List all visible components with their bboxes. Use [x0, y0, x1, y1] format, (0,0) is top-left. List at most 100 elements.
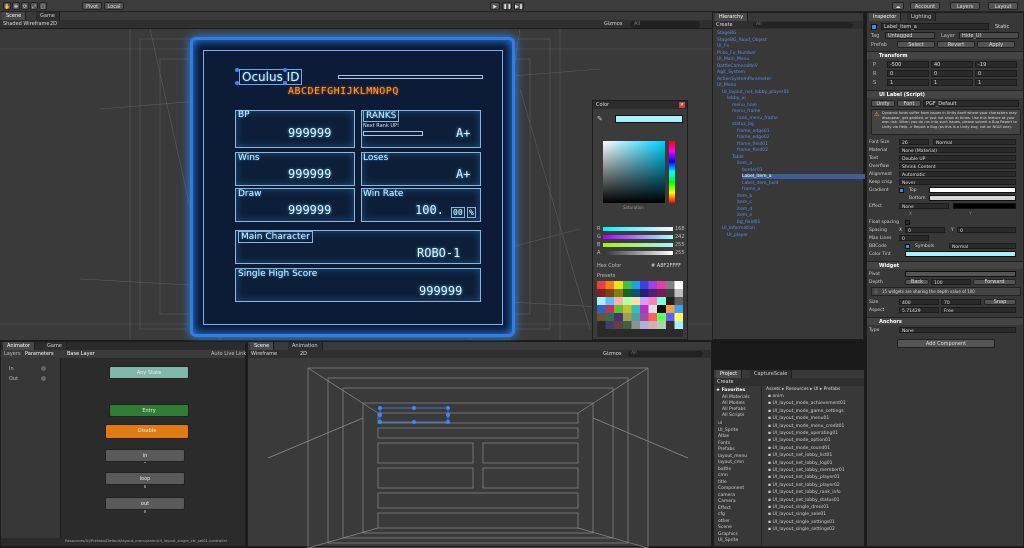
effect-dropdown[interactable]: None — [899, 203, 949, 210]
position-y-field[interactable]: 40 — [931, 61, 973, 68]
object-active-checkbox[interactable] — [871, 24, 877, 30]
favorite-item[interactable]: All Prefabs — [722, 407, 746, 412]
project-file[interactable]: ▪ UI_layout_net_lobby_log01 — [768, 461, 833, 466]
project-file[interactable]: ▪ UI_layout_single_settings02 — [768, 527, 835, 532]
gradient-checkbox[interactable] — [899, 188, 904, 193]
project-folder[interactable]: Component — [718, 486, 744, 491]
project-file[interactable]: ▪ UI_layout_mode_achievement01 — [768, 401, 846, 406]
tab-scene[interactable]: Scene — [2, 12, 27, 20]
hierarchy-item[interactable]: UI_Main_Menu — [717, 57, 749, 62]
project-folder[interactable]: battle — [718, 467, 731, 472]
tab-animator[interactable]: Animator — [3, 342, 35, 350]
gradient-bottom-color[interactable] — [929, 195, 1016, 201]
font-dropdown[interactable]: PGF_Default — [923, 100, 1019, 107]
tab-project[interactable]: Project — [716, 370, 743, 378]
font-style-dropdown[interactable]: Normal — [933, 139, 1016, 146]
project-file[interactable]: ▪ UI_layout_mode_sound01 — [768, 446, 830, 451]
material-field[interactable]: None (Material) — [899, 147, 1016, 154]
project-folder[interactable]: Fonts — [718, 441, 730, 446]
project-folder[interactable]: UI_Sprite — [718, 428, 738, 433]
object-name-field[interactable]: Label_item_a — [881, 23, 989, 30]
close-icon[interactable]: × — [679, 102, 685, 108]
loop-state-node[interactable]: loop — [105, 472, 185, 485]
favorites-label[interactable]: ★ Favorites — [716, 388, 745, 393]
hand-tool-button[interactable]: ✋ — [3, 2, 11, 10]
project-folder[interactable]: layout_menu — [718, 454, 747, 459]
anchors-header[interactable]: Anchors — [867, 317, 1023, 325]
transform-header[interactable]: Transform — [867, 51, 1023, 59]
disable-state-node[interactable]: Disable — [105, 424, 189, 439]
layout-dropdown[interactable]: Layout — [988, 2, 1018, 10]
scale-z-field[interactable]: 1 — [975, 79, 1017, 86]
hierarchy-item[interactable]: bg_field01 — [737, 220, 760, 225]
saturation-value-box[interactable] — [603, 141, 665, 203]
component-tab-unity[interactable]: Unity — [871, 100, 895, 107]
param-in-toggle[interactable] — [41, 366, 46, 371]
account-dropdown[interactable]: Account — [910, 2, 940, 10]
static-toggle[interactable]: Static — [995, 24, 1009, 30]
symbols-dropdown[interactable]: Normal — [949, 243, 1016, 250]
local-button[interactable]: Local — [104, 2, 124, 10]
in-state-node[interactable]: in — [105, 449, 185, 462]
out-state-node[interactable]: out — [105, 497, 185, 510]
gizmos-2-dropdown[interactable]: Gizmos — [603, 351, 621, 357]
aspect-field[interactable]: 5.71429 — [899, 307, 939, 314]
hierarchy-item[interactable]: item_b — [737, 194, 752, 199]
project-file[interactable]: ▪ UI_layout_mode_menu_credit01 — [768, 424, 844, 429]
hierarchy-item[interactable]: Prize_Fx_Number — [717, 51, 756, 56]
hierarchy-item[interactable]: status_bg — [732, 122, 754, 127]
shading-mode-dropdown[interactable]: Shaded Wireframe — [3, 21, 50, 27]
hierarchy-item[interactable]: frame_field02 — [737, 148, 768, 153]
prefab-revert-button[interactable]: Revert — [937, 41, 975, 48]
pivot-buttons[interactable] — [905, 271, 1016, 277]
project-file[interactable]: ▪ UI_layout_single_sele01 — [768, 512, 826, 517]
entry-state-node[interactable]: Entry — [109, 404, 189, 417]
tab-scene-2[interactable]: Scene — [250, 342, 275, 350]
hierarchy-item[interactable]: item_e — [737, 213, 752, 218]
project-folder[interactable]: Prefabs — [718, 447, 735, 452]
auto-live-link-toggle[interactable]: Auto Live Link — [211, 351, 246, 357]
layer-dropdown[interactable]: Hide_UI — [959, 32, 1019, 39]
gradient-top-color[interactable] — [929, 187, 1016, 193]
effect-color[interactable] — [953, 203, 1016, 209]
project-file[interactable]: ▪ UI_layout_mode_operating01 — [768, 431, 838, 436]
project-file[interactable]: ▪ UI_layout_net_lobby_rank_info — [768, 490, 841, 495]
snap-button[interactable]: Snap — [984, 299, 1016, 305]
layers-dropdown[interactable]: Layers — [950, 2, 980, 10]
hex-color-value[interactable]: # A8F2FFFF — [651, 263, 681, 269]
tab-game[interactable]: Game — [36, 12, 60, 20]
prefab-apply-button[interactable]: Apply — [977, 41, 1015, 48]
tab-lighting[interactable]: Lighting — [907, 13, 937, 21]
step-button[interactable]: ▶❚ — [514, 2, 524, 10]
gizmos-dropdown[interactable]: Gizmos — [604, 21, 622, 27]
any-state-node[interactable]: Any State — [109, 366, 189, 379]
hierarchy-item[interactable]: UI_Menu — [717, 83, 736, 88]
favorite-item[interactable]: All Models — [722, 401, 745, 406]
spacing-x-field[interactable]: 0 — [905, 227, 945, 234]
text-field[interactable]: Double UP — [899, 155, 1016, 162]
hierarchy-item[interactable]: rank_menu_frame — [737, 116, 778, 121]
project-folder[interactable]: Scene — [718, 525, 732, 530]
hierarchy-item[interactable]: frame_field01 — [737, 142, 768, 147]
cloud-icon[interactable]: ☁ — [892, 2, 904, 10]
scale-y-field[interactable]: 1 — [931, 79, 973, 86]
param-out-toggle[interactable] — [41, 376, 46, 381]
hierarchy-item[interactable]: UI_player — [727, 233, 748, 238]
favorite-item[interactable]: All Materials — [722, 395, 750, 400]
selection-handle[interactable] — [283, 68, 287, 72]
shading-mode-2-dropdown[interactable]: Wireframe — [251, 351, 277, 357]
hierarchy-item[interactable]: Label_item_hold — [742, 181, 779, 186]
ui-label-component-header[interactable]: UI Label (Script) — [867, 90, 1023, 98]
scene-search-input[interactable]: All — [630, 21, 700, 28]
color-tint-swatch[interactable] — [905, 251, 1016, 257]
project-file[interactable]: ▪ UI_layout_net_lobby_player01 — [768, 475, 840, 480]
component-tab-font[interactable]: Font — [897, 100, 921, 107]
channel-slider-g[interactable] — [603, 235, 673, 239]
project-folder[interactable]: UI_Sprite — [718, 538, 738, 543]
tag-dropdown[interactable]: Untagged — [885, 32, 935, 39]
hierarchy-item[interactable]: ActionSystemParameter — [717, 77, 771, 82]
project-folder[interactable]: title — [718, 480, 727, 485]
play-button[interactable]: ▶ — [490, 2, 500, 10]
project-file[interactable]: ▪ UI_layout_net_lobby_member01 — [768, 468, 845, 473]
hierarchy-item[interactable]: Agit_System — [717, 70, 745, 75]
